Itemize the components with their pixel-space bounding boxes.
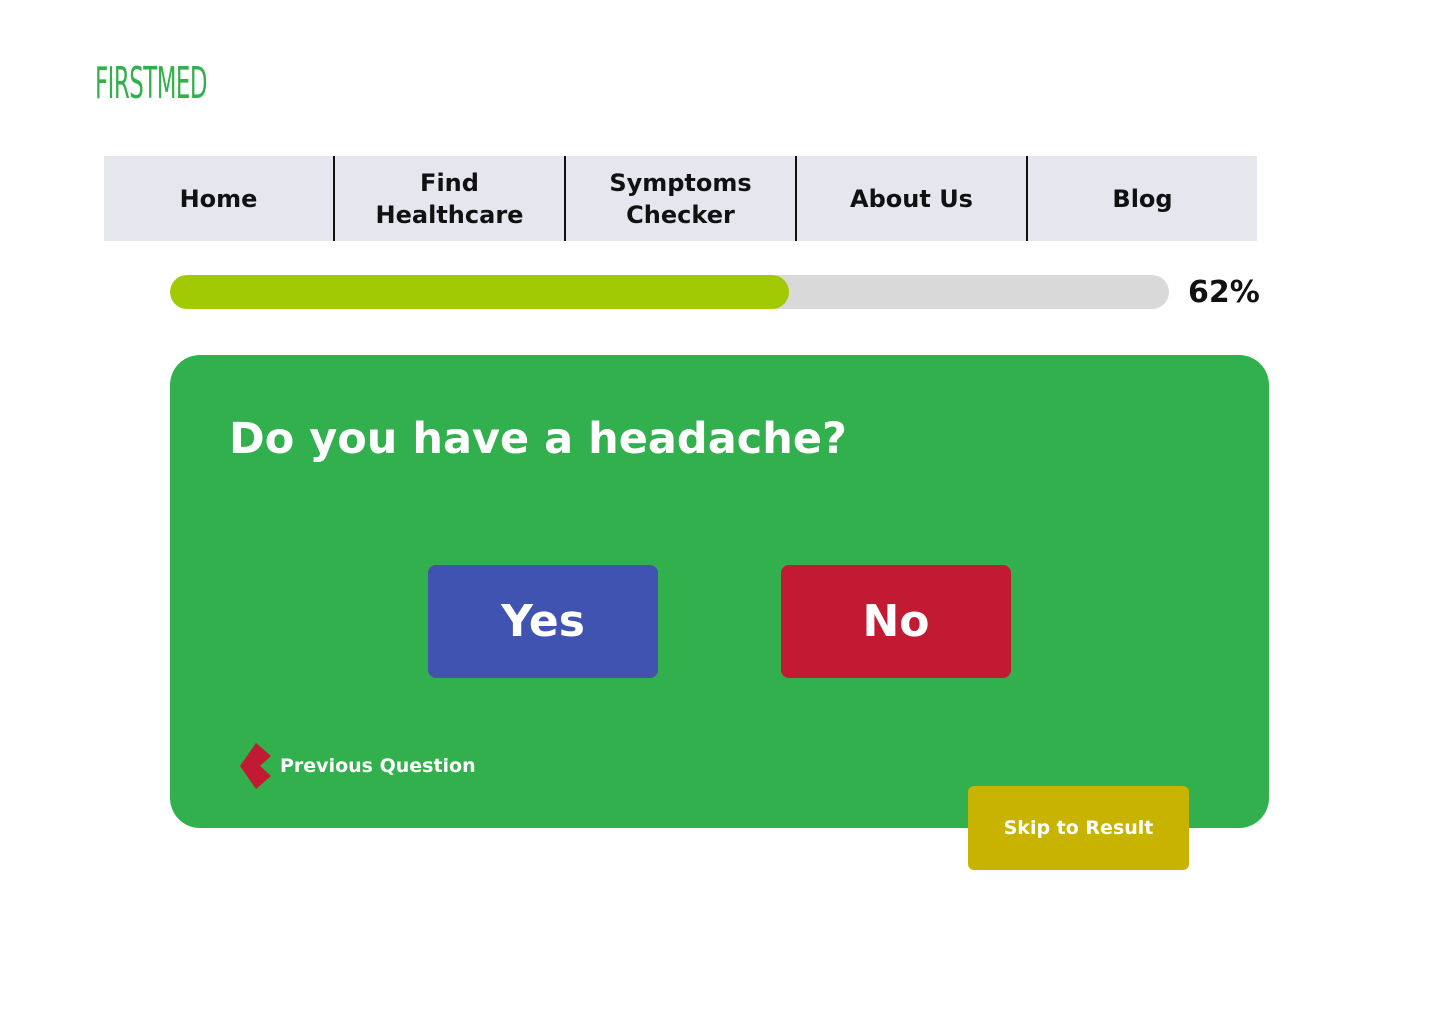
nav-item-about-us[interactable]: About Us	[795, 156, 1026, 241]
firstmed-logo[interactable]: FIRSTMED	[95, 62, 207, 106]
question-text: Do you have a headache?	[229, 414, 847, 464]
previous-question-label: Previous Question	[280, 755, 476, 777]
progress-bar-fill	[170, 275, 790, 309]
main-nav: Home Find Healthcare Symptoms Checker Ab…	[104, 156, 1257, 241]
question-card: Do you have a headache? Yes No Previous …	[170, 355, 1269, 828]
progress-bar	[170, 275, 1169, 309]
nav-item-home[interactable]: Home	[104, 156, 333, 241]
previous-question-link[interactable]: Previous Question	[240, 743, 476, 789]
no-button[interactable]: No	[781, 565, 1011, 678]
progress-percent: 62%	[1188, 275, 1260, 310]
skip-to-result-button[interactable]: Skip to Result	[968, 786, 1189, 870]
chevron-left-icon	[240, 743, 271, 789]
nav-item-find-healthcare[interactable]: Find Healthcare	[333, 156, 564, 241]
nav-item-blog[interactable]: Blog	[1026, 156, 1257, 241]
yes-button[interactable]: Yes	[428, 565, 658, 678]
nav-item-symptoms-checker[interactable]: Symptoms Checker	[564, 156, 795, 241]
